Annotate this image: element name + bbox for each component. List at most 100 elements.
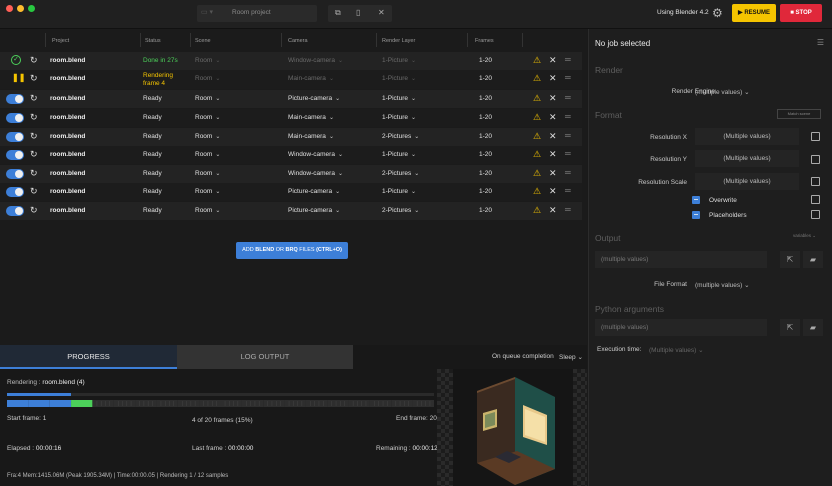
column-divider[interactable] bbox=[140, 33, 141, 47]
drag-handle-icon[interactable]: ═ bbox=[565, 73, 571, 82]
render-layer-dropdown[interactable]: 2-Pictures ⌄ bbox=[382, 207, 419, 214]
placeholders-checkbox[interactable] bbox=[692, 211, 700, 219]
table-row[interactable]: ✓ ↻ room.blend Done in 27s Room ⌄ Window-… bbox=[0, 52, 582, 70]
reload-icon[interactable]: ↻ bbox=[30, 149, 38, 160]
open-external-icon[interactable]: ⇱ bbox=[780, 251, 800, 268]
column-divider[interactable] bbox=[190, 33, 191, 47]
close-icon[interactable]: ✕ bbox=[549, 73, 557, 84]
header-render-layer[interactable]: Render Layer bbox=[382, 38, 415, 44]
resolution-x-checkbox[interactable] bbox=[811, 132, 820, 141]
new-file-icon[interactable]: ▯ bbox=[356, 8, 360, 17]
placeholders-override-checkbox[interactable] bbox=[811, 210, 820, 219]
drag-handle-icon[interactable]: ═ bbox=[565, 168, 571, 177]
header-camera[interactable]: Camera bbox=[288, 38, 308, 44]
enable-toggle[interactable] bbox=[6, 206, 24, 216]
scene-dropdown[interactable]: Room ⌄ bbox=[195, 188, 220, 195]
project-selector[interactable]: ▭ ▾ Room project bbox=[197, 5, 317, 22]
warning-icon[interactable]: ⚠ bbox=[533, 73, 541, 84]
render-layer-dropdown[interactable]: 1-Picture ⌄ bbox=[382, 75, 416, 82]
warning-icon[interactable]: ⚠ bbox=[533, 186, 541, 197]
scene-dropdown[interactable]: Room ⌄ bbox=[195, 57, 220, 64]
enable-toggle[interactable] bbox=[6, 187, 24, 197]
tab-progress[interactable]: PROGRESS bbox=[0, 345, 177, 369]
camera-dropdown[interactable]: Main-camera ⌄ bbox=[288, 133, 334, 140]
header-scene[interactable]: Scene bbox=[195, 38, 211, 44]
scene-dropdown[interactable]: Room ⌄ bbox=[195, 207, 220, 214]
folder-icon[interactable]: ▰ bbox=[803, 319, 823, 336]
render-engine-dropdown[interactable]: (multiple values) ⌄ bbox=[695, 88, 750, 96]
enable-toggle[interactable] bbox=[6, 94, 24, 104]
add-files-button[interactable]: ADD BLEND OR BRQ FILES (CTRL+O) bbox=[236, 242, 348, 259]
close-icon[interactable]: ✕ bbox=[549, 186, 557, 197]
column-divider[interactable] bbox=[522, 33, 523, 47]
warning-icon[interactable]: ⚠ bbox=[533, 112, 541, 123]
execution-time-dropdown[interactable]: (Multiple values) ⌄ bbox=[649, 346, 704, 354]
drag-handle-icon[interactable]: ═ bbox=[565, 112, 571, 121]
warning-icon[interactable]: ⚠ bbox=[533, 205, 541, 216]
queue-completion-dropdown[interactable]: Sleep ⌄ bbox=[559, 353, 583, 361]
close-icon[interactable]: ✕ bbox=[549, 131, 557, 142]
table-row[interactable]: ↻ room.blend Ready Room ⌄ Picture-camera ⌄… bbox=[0, 183, 582, 201]
drag-handle-icon[interactable]: ═ bbox=[565, 93, 571, 102]
resolution-y-input[interactable]: (Multiple values) bbox=[695, 150, 799, 167]
variables-dropdown[interactable]: variables ⌄ bbox=[793, 233, 816, 239]
reload-icon[interactable]: ↻ bbox=[30, 112, 38, 123]
drag-handle-icon[interactable]: ═ bbox=[565, 55, 571, 64]
column-divider[interactable] bbox=[467, 33, 468, 47]
enable-toggle[interactable] bbox=[6, 150, 24, 160]
maximize-window-button[interactable] bbox=[28, 5, 35, 12]
frames-cell[interactable]: 1-20 bbox=[479, 207, 492, 214]
frames-cell[interactable]: 1-20 bbox=[479, 188, 492, 195]
camera-dropdown[interactable]: Main-camera ⌄ bbox=[288, 114, 334, 121]
render-layer-dropdown[interactable]: 1-Picture ⌄ bbox=[382, 151, 416, 158]
render-layer-dropdown[interactable]: 1-Picture ⌄ bbox=[382, 95, 416, 102]
render-layer-dropdown[interactable]: 1-Picture ⌄ bbox=[382, 114, 416, 121]
table-row[interactable]: ↻ room.blend Ready Room ⌄ Picture-camera ⌄… bbox=[0, 202, 582, 220]
table-row[interactable]: ↻ room.blend Ready Room ⌄ Picture-camera ⌄… bbox=[0, 90, 582, 108]
open-external-icon[interactable]: ⇱ bbox=[780, 319, 800, 336]
resolution-scale-checkbox[interactable] bbox=[811, 177, 820, 186]
match-scene-button[interactable]: Match scene bbox=[777, 109, 821, 119]
camera-dropdown[interactable]: Window-camera ⌄ bbox=[288, 170, 343, 177]
frames-cell[interactable]: 1-20 bbox=[479, 133, 492, 140]
folder-icon[interactable]: ▰ bbox=[803, 251, 823, 268]
close-icon[interactable]: ✕ bbox=[549, 112, 557, 123]
close-project-icon[interactable]: ✕ bbox=[378, 8, 385, 17]
enable-toggle[interactable] bbox=[6, 113, 24, 123]
pause-icon[interactable]: ❚❚ bbox=[12, 73, 25, 82]
reload-icon[interactable]: ↻ bbox=[30, 93, 38, 104]
enable-toggle[interactable] bbox=[6, 169, 24, 179]
close-icon[interactable]: ✕ bbox=[549, 205, 557, 216]
table-row[interactable]: ↻ room.blend Ready Room ⌄ Window-camera ⌄ … bbox=[0, 165, 582, 183]
camera-dropdown[interactable]: Main-camera ⌄ bbox=[288, 75, 334, 82]
stop-button[interactable]: ■ STOP bbox=[780, 4, 822, 22]
frames-cell[interactable]: 1-20 bbox=[479, 57, 492, 64]
column-divider[interactable] bbox=[281, 33, 282, 47]
header-project[interactable]: Project bbox=[52, 38, 69, 44]
drag-handle-icon[interactable]: ═ bbox=[565, 186, 571, 195]
close-window-button[interactable] bbox=[6, 5, 13, 12]
table-row[interactable]: ↻ room.blend Ready Room ⌄ Main-camera ⌄ 2-… bbox=[0, 128, 582, 146]
scene-dropdown[interactable]: Room ⌄ bbox=[195, 114, 220, 121]
render-layer-dropdown[interactable]: 2-Pictures ⌄ bbox=[382, 133, 419, 140]
frames-cell[interactable]: 1-20 bbox=[479, 151, 492, 158]
header-frames[interactable]: Frames bbox=[475, 38, 494, 44]
output-path-input[interactable]: (multiple values) bbox=[595, 251, 767, 268]
scene-dropdown[interactable]: Room ⌄ bbox=[195, 133, 220, 140]
frames-cell[interactable]: 1-20 bbox=[479, 114, 492, 121]
scene-dropdown[interactable]: Room ⌄ bbox=[195, 75, 220, 82]
warning-icon[interactable]: ⚠ bbox=[533, 131, 541, 142]
reload-icon[interactable]: ↻ bbox=[30, 186, 38, 197]
camera-dropdown[interactable]: Picture-camera ⌄ bbox=[288, 95, 340, 102]
camera-dropdown[interactable]: Picture-camera ⌄ bbox=[288, 188, 340, 195]
close-icon[interactable]: ✕ bbox=[549, 168, 557, 179]
camera-dropdown[interactable]: Window-camera ⌄ bbox=[288, 151, 343, 158]
file-format-dropdown[interactable]: (multiple values) ⌄ bbox=[695, 281, 750, 289]
warning-icon[interactable]: ⚠ bbox=[533, 93, 541, 104]
table-row[interactable]: ❚❚ ↻ room.blend Rendering frame 4 Room ⌄ … bbox=[0, 70, 582, 89]
render-layer-dropdown[interactable]: 1-Picture ⌄ bbox=[382, 188, 416, 195]
warning-icon[interactable]: ⚠ bbox=[533, 149, 541, 160]
camera-dropdown[interactable]: Window-camera ⌄ bbox=[288, 57, 343, 64]
python-args-input[interactable]: (multiple values) bbox=[595, 319, 767, 336]
frames-cell[interactable]: 1-20 bbox=[479, 170, 492, 177]
